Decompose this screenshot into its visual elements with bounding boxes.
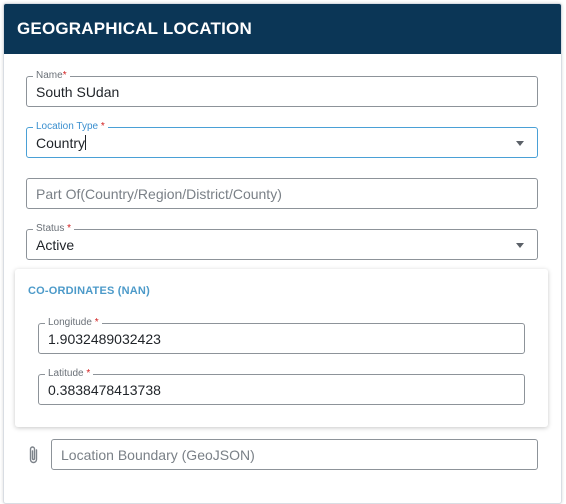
status-select[interactable]: Status * Active <box>26 223 538 260</box>
part-of-placeholder: Part Of(Country/Region/District/County) <box>36 185 282 202</box>
chevron-down-icon[interactable] <box>516 242 524 248</box>
location-boundary-field[interactable]: Location Boundary (GeoJSON) <box>51 439 538 470</box>
panel-title: GEOGRAPHICAL LOCATION <box>4 4 561 54</box>
geographical-location-panel: GEOGRAPHICAL LOCATION Name* South SUdan … <box>3 3 562 504</box>
text-cursor <box>85 135 87 150</box>
longitude-value: 1.9032489032423 <box>48 330 161 347</box>
name-value: South SUdan <box>36 83 120 100</box>
chevron-down-icon[interactable] <box>516 140 524 146</box>
location-type-value: Country <box>36 134 87 151</box>
location-type-select[interactable]: Location Type * Country <box>26 121 538 158</box>
coordinates-card: CO-ORDINATES (NAN) Longitude * 1.9032489… <box>15 269 548 427</box>
location-boundary-placeholder: Location Boundary (GeoJSON) <box>61 446 255 463</box>
part-of-field[interactable]: Part Of(Country/Region/District/County) <box>26 178 538 209</box>
latitude-field[interactable]: Latitude * 0.3838478413738 <box>38 368 525 405</box>
name-field[interactable]: Name* South SUdan <box>26 70 538 107</box>
status-value: Active <box>36 236 75 253</box>
paperclip-icon[interactable] <box>26 444 42 466</box>
coordinates-title: CO-ORDINATES (NAN) <box>28 285 150 297</box>
latitude-value: 0.3838478413738 <box>48 381 161 398</box>
longitude-field[interactable]: Longitude * 1.9032489032423 <box>38 317 525 354</box>
